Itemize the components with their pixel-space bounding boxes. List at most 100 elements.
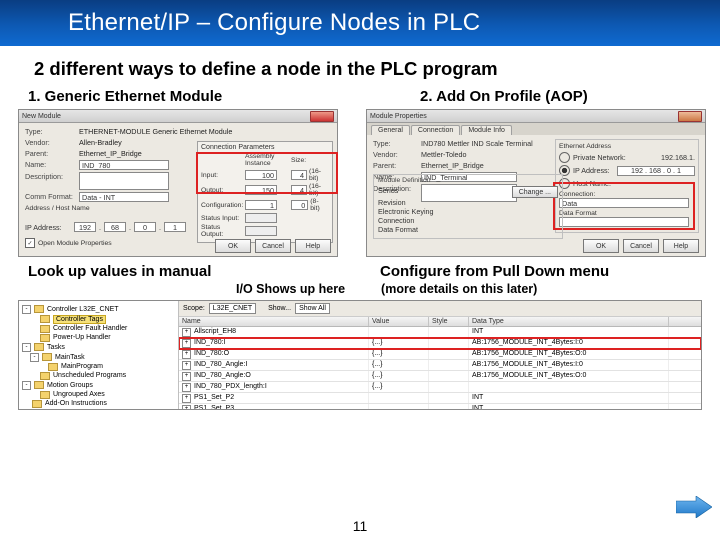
ok-button[interactable]: OK — [215, 239, 251, 253]
expand-icon[interactable]: + — [182, 361, 191, 370]
mod-rev: Revision — [378, 198, 558, 207]
tree-label: Controller L32E_CNET — [47, 306, 119, 313]
tree-label: Power-Up Handler — [53, 334, 111, 341]
table-row[interactable]: +IND_780_Angle:I{...}AB:1756_MODULE_INT_… — [179, 360, 701, 371]
ip-seg-2[interactable]: 68 — [104, 222, 126, 232]
scope-select[interactable]: L32E_CNET — [209, 303, 256, 314]
col-value[interactable]: Value — [369, 317, 429, 326]
left-column: 1. Generic Ethernet Module New Module Ty… — [18, 88, 360, 257]
folder-icon — [40, 325, 50, 333]
next-arrow-icon[interactable] — [676, 496, 712, 518]
show-select[interactable]: Show All — [295, 303, 330, 314]
ip-seg-1[interactable]: 192 — [74, 222, 96, 232]
col-type[interactable]: Data Type — [469, 317, 669, 326]
name-input[interactable]: IND_780 — [79, 160, 169, 170]
tree-item[interactable]: - Tasks — [22, 342, 175, 352]
right-column: 2. Add On Profile (AOP) Module Propertie… — [360, 88, 702, 257]
expand-icon[interactable]: - — [22, 343, 31, 352]
tag-type: INT — [469, 327, 669, 337]
eth-ip-input[interactable]: 192 . 168 . 0 . 1 — [617, 166, 695, 176]
table-row[interactable]: +PS1_Set_P2INT — [179, 393, 701, 404]
close-icon[interactable] — [310, 111, 334, 122]
tag-style — [429, 371, 469, 381]
tree-label: Tasks — [47, 344, 65, 351]
tag-style — [429, 327, 469, 337]
tag-style — [429, 393, 469, 403]
tab-connection[interactable]: Connection — [411, 125, 460, 135]
cancel-button[interactable]: Cancel — [623, 239, 659, 253]
change-button[interactable]: Change ... — [512, 186, 558, 198]
right-caption: Configure from Pull Down menu — [380, 263, 702, 280]
tree-label: Ungrouped Axes — [53, 391, 105, 398]
left-heading: 1. Generic Ethernet Module — [28, 88, 360, 105]
expand-icon[interactable]: + — [182, 372, 191, 381]
ip-label: IP Address: — [25, 223, 71, 232]
eth-title: Ethernet Address — [559, 143, 695, 150]
open-properties-checkbox[interactable]: ✓ — [25, 238, 35, 248]
col-style[interactable]: Style — [429, 317, 469, 326]
tree-item[interactable]: Power-Up Handler — [22, 333, 175, 342]
expand-icon[interactable]: + — [182, 405, 191, 410]
tree-item[interactable]: MainProgram — [22, 362, 175, 371]
table-row[interactable]: +IND_780_PDX_length:I{...} — [179, 382, 701, 393]
cp-status-in-lbl: Status Input: — [201, 215, 243, 222]
open-properties-label: Open Module Properties — [38, 240, 112, 247]
expand-icon[interactable]: - — [22, 381, 31, 390]
tree-item[interactable]: Controller Tags — [22, 314, 175, 324]
tab-module-info[interactable]: Module Info — [461, 125, 512, 135]
col-name[interactable]: Name — [179, 317, 369, 326]
tree-item[interactable]: -Data Types — [22, 408, 175, 410]
ip-seg-4[interactable]: 1 — [164, 222, 186, 232]
tree-label: Motion Groups — [47, 382, 93, 389]
table-row[interactable]: +IND_780:I{...}AB:1756_MODULE_INT_4Bytes… — [179, 338, 701, 349]
close-icon[interactable] — [678, 111, 702, 122]
table-row[interactable]: +IND_780:O{...}AB:1756_MODULE_INT_4Bytes… — [179, 349, 701, 360]
expand-icon[interactable]: - — [30, 353, 39, 362]
table-row[interactable]: +PS1_Set_P3INT — [179, 404, 701, 409]
tags-grid: Scope: L32E_CNET Show... Show All Name V… — [179, 301, 701, 409]
tree-item[interactable]: Add-On Instructions — [22, 399, 175, 408]
table-row[interactable]: +Allscript_EH8INT — [179, 327, 701, 338]
cp-status-in — [245, 213, 277, 223]
left-caption: Look up values in manual — [28, 263, 350, 280]
cp-config-ai[interactable]: 1 — [245, 200, 277, 210]
tree-item[interactable]: - Controller L32E_CNET — [22, 304, 175, 314]
cp-config-size[interactable]: 0 — [291, 200, 308, 210]
expand-icon[interactable]: + — [182, 328, 191, 337]
comm-format-select[interactable]: Data - INT — [79, 192, 169, 202]
expand-icon[interactable]: + — [182, 339, 191, 348]
radio-private-network[interactable] — [559, 152, 570, 163]
tree-item[interactable]: Controller Fault Handler — [22, 324, 175, 333]
tag-style — [429, 382, 469, 392]
tag-name: PS1_Set_P3 — [194, 405, 234, 410]
expand-icon[interactable]: + — [182, 394, 191, 403]
tab-general[interactable]: General — [371, 125, 410, 135]
help-button[interactable]: Help — [663, 239, 699, 253]
ip-seg-3[interactable]: 0 — [134, 222, 156, 232]
help-button[interactable]: Help — [295, 239, 331, 253]
tree-item[interactable]: Ungrouped Axes — [22, 390, 175, 399]
ok-button[interactable]: OK — [583, 239, 619, 253]
tree-label: MainTask — [55, 354, 85, 361]
tree-item[interactable]: - MainTask — [22, 352, 175, 362]
io-caption-row: I/O Shows up here (more details on this … — [0, 282, 720, 296]
eth-priv-label: Private Network: — [573, 153, 626, 162]
cancel-button[interactable]: Cancel — [255, 239, 291, 253]
expand-icon[interactable]: - — [22, 305, 31, 314]
tag-value: {...} — [369, 360, 429, 370]
tree-item[interactable]: Unscheduled Programs — [22, 371, 175, 380]
description-input[interactable] — [79, 172, 169, 190]
scope-label: Scope: — [183, 305, 205, 312]
expand-icon[interactable]: - — [22, 409, 31, 411]
table-row[interactable]: +IND_780_Angle:O{...}AB:1756_MODULE_INT_… — [179, 371, 701, 382]
tree-item[interactable]: - Motion Groups — [22, 380, 175, 390]
expand-icon[interactable]: + — [182, 350, 191, 359]
dialog-titlebar: Module Properties — [367, 110, 705, 123]
expand-icon[interactable]: + — [182, 383, 191, 392]
label: Comm Format: — [25, 192, 79, 202]
cp-status-out — [245, 226, 277, 236]
aop-dialog: Module Properties General Connection Mod… — [366, 109, 706, 257]
tag-style — [429, 338, 469, 348]
folder-icon — [40, 372, 50, 380]
tag-name: IND_780_Angle:I — [194, 361, 247, 368]
